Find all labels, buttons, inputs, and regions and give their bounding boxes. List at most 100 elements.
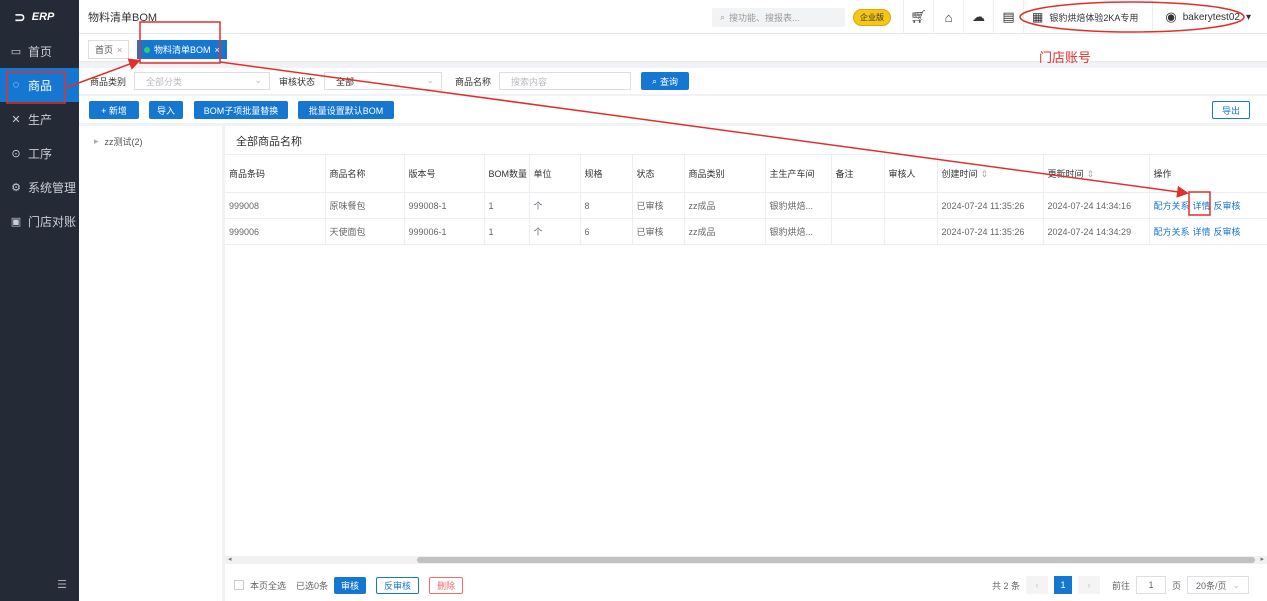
audit-button[interactable]: 审核 xyxy=(334,576,367,594)
user-avatar-icon: ◉ xyxy=(1165,9,1177,24)
bom-batch-replace-button[interactable]: BOM子项批量替换 xyxy=(194,101,288,119)
cell-operations: 配方关系 详情 反审核 xyxy=(1149,192,1267,219)
column-header: 主生产车间 xyxy=(765,154,832,193)
cell-name: 原味餐包 xyxy=(325,192,405,219)
horizontal-scrollbar[interactable]: ◂ ▸ xyxy=(225,556,1267,564)
store-icon: ▦ xyxy=(1032,10,1044,24)
sidebar-item-store-reconcile[interactable]: ▣ 门店对账 xyxy=(0,204,79,238)
edition-badge: 企业版 xyxy=(853,8,891,26)
topbar: 物料清单BOM ⌕ 搜功能、搜报表... 企业版 🛒︎ ⌂ ☁ ▤ ▦ 银豹烘焙… xyxy=(79,0,1267,34)
recipe-link[interactable]: 配方关系 xyxy=(1154,201,1190,211)
global-search-input[interactable]: ⌕ 搜功能、搜报表... xyxy=(712,7,845,27)
tree-node[interactable]: ▸ zz测试(2) xyxy=(94,135,143,148)
sidebar-item-label: 工序 xyxy=(28,146,53,161)
sidebar-item-process[interactable]: ⊙ 工序 xyxy=(0,136,79,170)
sort-icon[interactable]: ⇕ xyxy=(1087,169,1095,179)
tab-bom[interactable]: 物料清单BOM × xyxy=(137,40,227,59)
product-name-placeholder: 搜索内容 xyxy=(511,76,548,87)
cart-icon[interactable]: 🛒︎ xyxy=(903,0,933,34)
column-header-sortable[interactable]: 创建时间 ⇕ xyxy=(937,154,1044,193)
column-header: 商品条码 xyxy=(225,154,326,193)
monitor-icon: ▭ xyxy=(10,45,22,58)
column-header-label: 创建时间 xyxy=(941,169,978,179)
scrollbar-thumb[interactable] xyxy=(417,557,1255,563)
store-account-annotation: 门店账号 xyxy=(1039,50,1092,65)
cell-updated: 2024-07-24 14:34:29 xyxy=(1043,218,1150,245)
store-name: 银豹烘焙体验2KA专用 xyxy=(1049,12,1139,23)
unaudit-button[interactable]: 反审核 xyxy=(376,576,420,594)
unaudit-link[interactable]: 反审核 xyxy=(1214,227,1241,237)
import-button[interactable]: 导入 xyxy=(149,101,183,119)
search-icon: ⌕ xyxy=(651,75,658,86)
cell-version: 999006-1 xyxy=(404,218,485,245)
cell-auditor xyxy=(884,218,938,245)
unaudit-link[interactable]: 反审核 xyxy=(1214,201,1241,211)
cell-remark xyxy=(831,192,885,219)
query-button[interactable]: ⌕ 查询 xyxy=(641,72,689,90)
current-page[interactable]: 1 xyxy=(1053,576,1072,594)
audit-status-select[interactable]: 全部 ⌄ xyxy=(324,72,442,90)
cloud-download-icon[interactable]: ☁ xyxy=(963,0,993,34)
sidebar-item-label: 系统管理 xyxy=(28,180,77,195)
table-row[interactable]: 999006 天使面包 999006-1 1 个 6 已审核 zz成品 银豹烘焙… xyxy=(225,218,1267,245)
cell-barcode: 999008 xyxy=(225,192,326,219)
user-menu[interactable]: ◉ bakerytest02 ▾ xyxy=(1152,0,1267,34)
add-button[interactable]: + 新增 xyxy=(89,101,139,119)
category-value: 全部分类 xyxy=(146,76,183,87)
cell-spec: 6 xyxy=(580,218,633,245)
select-all-checkbox[interactable] xyxy=(234,580,244,590)
table-row[interactable]: 999008 原味餐包 999008-1 1 个 8 已审核 zz成品 银豹烘焙… xyxy=(225,192,1267,219)
logo[interactable]: ⊃ ERP xyxy=(0,0,79,34)
select-all-label: 本页全选 xyxy=(250,580,287,591)
graduation-cap-icon[interactable]: ⌂ xyxy=(933,0,963,34)
tab-home[interactable]: 首页 × xyxy=(88,40,130,59)
sidebar-item-label: 生产 xyxy=(28,112,53,127)
main-panel: 全部商品名称 商品条码 商品名称 版本号 BOM数量 单位 规格 状态 商品类别… xyxy=(225,126,1267,601)
cell-spec: 8 xyxy=(580,192,633,219)
pagination: 共 2 条 ‹ 1 › 前往 1 页 20条/页 ⌄ xyxy=(992,576,1249,594)
cell-operations: 配方关系 详情 反审核 xyxy=(1149,218,1267,245)
bom-table: 商品条码 商品名称 版本号 BOM数量 单位 规格 状态 商品类别 主生产车间 … xyxy=(225,154,1267,245)
chevron-down-icon: ▾ xyxy=(1245,11,1251,23)
goto-page-input[interactable]: 1 xyxy=(1135,576,1166,594)
sidebar-item-goods[interactable]: ◌ 商品 xyxy=(0,68,79,102)
search-icon: ⌕ xyxy=(720,11,726,22)
product-name-input[interactable]: 搜索内容 xyxy=(499,72,631,90)
table-footer: 本页全选 已选0条 审核 反审核 删除 共 2 条 ‹ 1 › 前往 1 页 2… xyxy=(225,569,1267,601)
sidebar-item-system[interactable]: ⚙ 系统管理 xyxy=(0,170,79,204)
batch-default-bom-button[interactable]: 批量设置默认BOM xyxy=(298,101,394,119)
recipe-link[interactable]: 配方关系 xyxy=(1154,227,1190,237)
store-switcher[interactable]: ▦ 银豹烘焙体验2KA专用 xyxy=(1023,0,1152,34)
logo-text: ERP xyxy=(31,11,55,23)
column-header: 备注 xyxy=(831,154,885,193)
tab-label: 物料清单BOM xyxy=(154,45,211,55)
product-name-label: 商品名称 xyxy=(455,77,492,87)
cell-remark xyxy=(831,218,885,245)
page-size-select[interactable]: 20条/页 ⌄ xyxy=(1187,576,1249,594)
category-select[interactable]: 全部分类 ⌄ xyxy=(134,72,270,90)
column-header-sortable[interactable]: 更新时间 ⇕ xyxy=(1043,154,1150,193)
clipboard-icon[interactable]: ▤ xyxy=(993,0,1023,34)
prev-page-icon[interactable]: ‹ xyxy=(1025,576,1048,594)
logo-mark-icon: ⊃ xyxy=(14,8,26,25)
column-header-label: 更新时间 xyxy=(1047,169,1084,179)
close-icon[interactable]: × xyxy=(117,45,122,55)
scroll-left-icon[interactable]: ◂ xyxy=(228,555,232,563)
next-page-icon[interactable]: › xyxy=(1077,576,1100,594)
sidebar-item-home[interactable]: ▭ 首页 xyxy=(0,34,79,68)
detail-link[interactable]: 详情 xyxy=(1193,201,1211,211)
cell-unit: 个 xyxy=(529,218,581,245)
sidebar-item-production[interactable]: ✕ 生产 xyxy=(0,102,79,136)
close-icon[interactable]: × xyxy=(215,45,220,55)
column-header: 版本号 xyxy=(404,154,485,193)
audit-status-value: 全部 xyxy=(336,76,355,87)
column-header: 规格 xyxy=(580,154,633,193)
scroll-right-icon[interactable]: ▸ xyxy=(1260,555,1264,563)
detail-link[interactable]: 详情 xyxy=(1193,227,1211,237)
sort-icon[interactable]: ⇕ xyxy=(981,169,989,179)
export-button[interactable]: 导出 xyxy=(1212,101,1250,119)
delete-button[interactable]: 删除 xyxy=(429,576,464,594)
cell-bom-qty: 1 xyxy=(484,192,530,219)
collapse-menu-icon[interactable]: ☰ xyxy=(57,578,67,591)
username: bakerytest02 xyxy=(1182,11,1240,23)
